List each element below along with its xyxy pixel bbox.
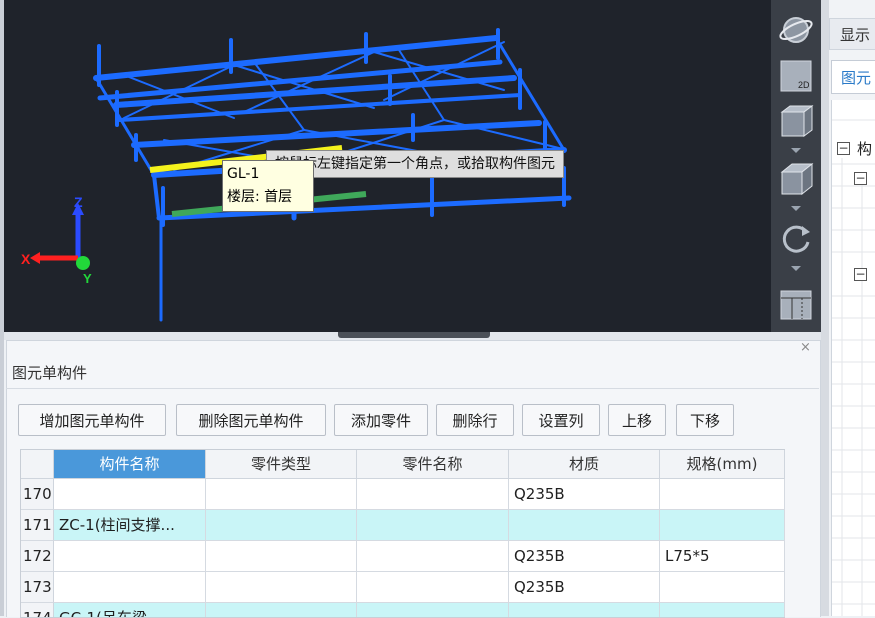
tree-collapse-toggle[interactable]: − <box>837 142 850 155</box>
panel-title: 图元单构件 <box>12 364 88 382</box>
chevron-down-icon[interactable] <box>791 148 801 153</box>
row-number[interactable]: 172 <box>21 541 54 572</box>
table-cell[interactable] <box>509 510 660 541</box>
column-header-material[interactable]: 材质 <box>509 450 660 479</box>
table-cell[interactable] <box>206 572 357 603</box>
delete-row-button[interactable]: 删除行 <box>436 404 514 436</box>
table-cell[interactable] <box>357 479 509 510</box>
table-cell[interactable]: ZC-1(柱间支撑... <box>54 510 206 541</box>
table-cell[interactable] <box>660 479 785 510</box>
element-floor: 楼层: 首层 <box>227 189 293 205</box>
move-down-button[interactable]: 下移 <box>676 404 734 436</box>
add-component-button[interactable]: 增加图元单构件 <box>18 404 166 436</box>
element-info-tooltip: GL-1 楼层: 首层 <box>222 160 314 212</box>
column-header-spec[interactable]: 规格(mm) <box>660 450 785 479</box>
orbit-icon[interactable] <box>778 12 814 46</box>
row-number[interactable]: 170 <box>21 479 54 510</box>
splitter-grip[interactable] <box>338 332 490 338</box>
column-header-component-name[interactable]: 构件名称 <box>54 450 206 479</box>
table-cell[interactable] <box>660 510 785 541</box>
row-number[interactable]: 173 <box>21 572 54 603</box>
axis-z-label: Z <box>74 194 83 210</box>
table-cell[interactable] <box>357 541 509 572</box>
delete-component-button[interactable]: 删除图元单构件 <box>176 404 326 436</box>
svg-text:2D: 2D <box>798 80 810 90</box>
iso-view-cube-icon[interactable] <box>778 162 814 196</box>
display-panel-header: 显示 <box>829 18 875 50</box>
table-cell[interactable] <box>54 479 206 510</box>
table-cell[interactable]: Q235B <box>509 572 660 603</box>
chevron-down-icon[interactable] <box>791 206 801 211</box>
table-cell[interactable] <box>206 479 357 510</box>
table-corner <box>21 450 54 479</box>
chevron-down-icon[interactable] <box>791 266 801 271</box>
column-header-part-name[interactable]: 零件名称 <box>357 450 509 479</box>
2d-view-icon[interactable]: 2D <box>778 58 814 92</box>
axis-y-label: Y <box>83 271 92 286</box>
table-cell[interactable] <box>660 572 785 603</box>
element-tree: − 构 − − <box>831 100 875 616</box>
tab-elements[interactable]: 图元 <box>831 60 875 94</box>
close-icon[interactable]: × <box>800 340 811 355</box>
tree-collapse-toggle[interactable]: − <box>854 268 867 281</box>
move-up-button[interactable]: 上移 <box>608 404 666 436</box>
column-header-part-type[interactable]: 零件类型 <box>206 450 357 479</box>
table-cell[interactable] <box>54 541 206 572</box>
layout-icon[interactable] <box>778 288 814 322</box>
axis-x-label: X <box>21 251 31 267</box>
table-cell[interactable] <box>206 541 357 572</box>
row-number[interactable]: 171 <box>21 510 54 541</box>
table-cell[interactable] <box>54 572 206 603</box>
table-cell[interactable]: Q235B <box>509 541 660 572</box>
axis-gizmo <box>30 203 90 270</box>
set-columns-button[interactable]: 设置列 <box>522 404 600 436</box>
table-cell[interactable]: Q235B <box>509 479 660 510</box>
rotate-icon[interactable] <box>778 222 814 256</box>
panel-scrollbar[interactable] <box>821 0 829 616</box>
table-cell[interactable]: L75*5 <box>660 541 785 572</box>
view-toolbar: 2D <box>771 0 821 332</box>
tree-collapse-toggle[interactable]: − <box>854 172 867 185</box>
element-name: GL-1 <box>227 166 260 182</box>
table-cell[interactable] <box>357 510 509 541</box>
panel-divider <box>6 388 819 389</box>
top-view-cube-icon[interactable] <box>778 104 814 138</box>
tree-item-label[interactable]: 构 <box>857 138 872 159</box>
add-part-button[interactable]: 添加零件 <box>334 404 428 436</box>
table-cell[interactable] <box>206 510 357 541</box>
component-table: 构件名称 零件类型 零件名称 材质 规格(mm) 170 Q235B 171 Z… <box>20 449 785 618</box>
table-cell[interactable] <box>357 572 509 603</box>
